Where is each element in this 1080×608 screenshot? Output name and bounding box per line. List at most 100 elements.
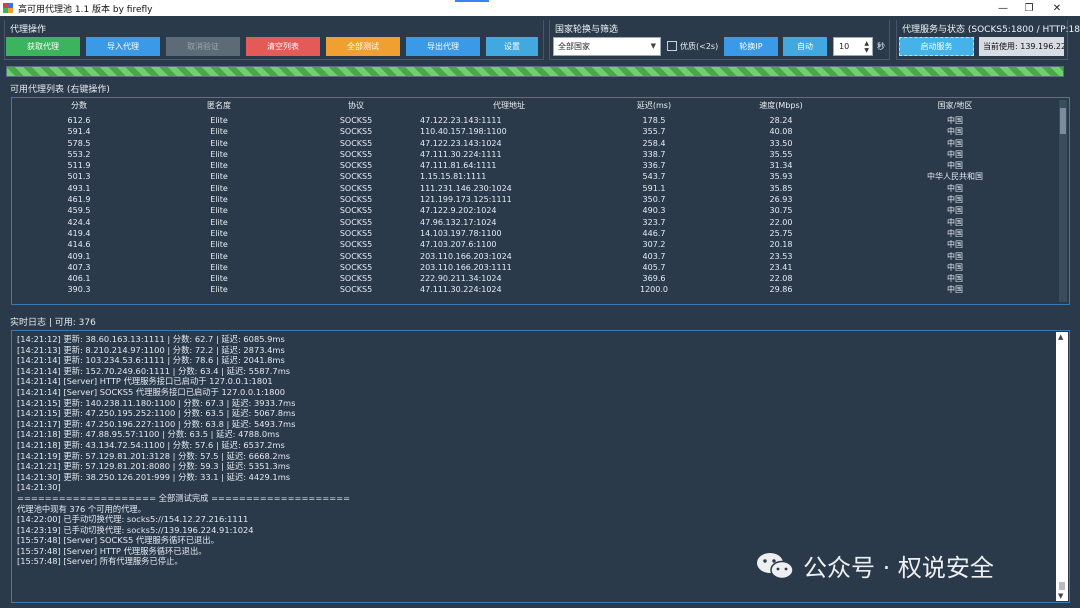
- cancel-verify-button[interactable]: 取消验证: [166, 37, 240, 56]
- country-select-value: 全部国家: [558, 42, 590, 51]
- cell-protocol: SOCKS5: [339, 172, 373, 182]
- col-header-country[interactable]: 国家/地区: [852, 100, 1058, 114]
- rotation-title: 国家轮换与筛选: [555, 25, 619, 35]
- watermark: 公众号 · 权说安全: [755, 548, 994, 583]
- cell-protocol: SOCKS5: [339, 240, 373, 250]
- log-scrollbar[interactable]: ▲ ▼: [1056, 332, 1068, 601]
- cell-country: 中国: [947, 262, 963, 272]
- rotate-ip-button[interactable]: 轮换IP: [724, 37, 778, 56]
- cell-anonymity: Elite: [210, 206, 228, 216]
- log-line: [14:21:15] 更新: 47.250.195.252:1100 | 分数:…: [17, 408, 296, 419]
- log-line: 代理池中现有 376 个可用的代理。: [17, 503, 146, 514]
- log-line: [14:21:19] 更新: 57.129.81.201:3128 | 分数: …: [17, 450, 291, 461]
- table-row[interactable]: 459.5 Elite SOCKS5 47.122.9.202:1024 490.3 30…: [12, 205, 1058, 216]
- test-all-button[interactable]: 全部测试: [326, 37, 400, 56]
- proxy-ops-title: 代理操作: [10, 25, 47, 35]
- cell-protocol: SOCKS5: [339, 285, 373, 295]
- cell-protocol: SOCKS5: [339, 206, 373, 216]
- table-row[interactable]: 409.1 Elite SOCKS5 203.110.166.203:1024 403.…: [12, 251, 1058, 262]
- interval-stepper[interactable]: 10 ▲ ▼: [833, 37, 873, 56]
- col-header-address[interactable]: 代理地址: [420, 100, 598, 114]
- cell-speed: 28.24: [769, 116, 793, 125]
- country-select[interactable]: 全部国家 ▼: [553, 37, 661, 56]
- watermark-text: 公众号 · 权说安全: [803, 554, 994, 582]
- cell-address: 203.110.166.203:1111: [420, 262, 512, 272]
- settings-button[interactable]: 设置: [486, 37, 538, 56]
- col-header-latency[interactable]: 延迟(ms): [598, 100, 710, 114]
- cell-latency: 338.7: [642, 149, 666, 159]
- cell-address: 47.96.132.17:1024: [420, 217, 497, 227]
- log-line: [14:21:15] 更新: 140.238.11.180:1100 | 分数:…: [17, 397, 296, 408]
- table-row[interactable]: 424.4 Elite SOCKS5 47.96.132.17:1024 323.7 22…: [12, 217, 1058, 228]
- stepper-arrows-icon[interactable]: ▲ ▼: [864, 40, 869, 54]
- cell-score: 591.4: [67, 127, 91, 137]
- table-row[interactable]: 511.9 Elite SOCKS5 47.111.81.64:1111 336.7 31…: [12, 160, 1058, 171]
- cell-anonymity: Elite: [210, 149, 228, 159]
- cell-country: 中华人民共和国: [927, 172, 983, 182]
- col-header-score[interactable]: 分数: [12, 100, 146, 114]
- log-line: [14:23:19] 已手动切换代理: socks5://139.196.224…: [17, 524, 254, 535]
- table-row[interactable]: 461.9 Elite SOCKS5 121.199.173.125:1111 350.…: [12, 194, 1058, 205]
- table-row[interactable]: 407.3 Elite SOCKS5 203.110.166.203:1111 405.…: [12, 262, 1058, 273]
- cell-country: 中国: [947, 138, 963, 148]
- cell-country: 中国: [947, 183, 963, 193]
- proxy-table[interactable]: 分数 匿名度 协议 代理地址 延迟(ms) 速度(Mbps) 国家/地区 612…: [11, 97, 1070, 305]
- table-row[interactable]: 406.1 Elite SOCKS5 222.90.211.34:1024 369.6 2…: [12, 273, 1058, 284]
- log-line: [14:21:17] 更新: 47.250.196.227:1100 | 分数:…: [17, 418, 296, 429]
- cell-speed: 20.18: [769, 240, 793, 250]
- cell-address: 47.122.23.143:1024: [420, 138, 502, 148]
- cell-anonymity: Elite: [210, 183, 228, 193]
- quality-label: 优质(<2s): [680, 42, 719, 51]
- export-proxy-button[interactable]: 导出代理: [406, 37, 480, 56]
- log-line: [14:21:14] [Server] SOCKS5 代理服务接口已启动于 12…: [17, 386, 286, 397]
- cell-address: 110.40.157.198:1100: [420, 127, 507, 137]
- cell-score: 612.6: [67, 116, 91, 125]
- interval-unit: 秒: [877, 42, 885, 51]
- cell-latency: 350.7: [642, 195, 666, 205]
- fetch-proxy-button[interactable]: 获取代理: [6, 37, 80, 56]
- table-row[interactable]: 578.5 Elite SOCKS5 47.122.23.143:1024 258.4 3…: [12, 138, 1058, 149]
- table-row[interactable]: 493.1 Elite SOCKS5 111.231.146.230:1024 591.…: [12, 183, 1058, 194]
- cell-score: 493.1: [67, 183, 91, 193]
- log-line: [14:21:14] 更新: 103.234.53.6:1111 | 分数: 7…: [17, 355, 285, 366]
- table-row[interactable]: 390.3 Elite SOCKS5 47.111.30.224:1024 1200.0…: [12, 284, 1058, 295]
- cell-speed: 30.75: [769, 206, 793, 216]
- table-header: 分数 匿名度 协议 代理地址 延迟(ms) 速度(Mbps) 国家/地区: [12, 100, 1058, 114]
- table-scrollbar-thumb[interactable]: [1060, 108, 1066, 134]
- log-scrollbar-thumb[interactable]: [1059, 582, 1065, 590]
- cell-speed: 23.53: [769, 251, 793, 261]
- cell-address: 47.122.23.143:1111: [420, 116, 502, 125]
- title-bar: 高可用代理池 1.1 版本 by firefly: [0, 0, 1080, 16]
- cell-speed: 33.50: [769, 138, 793, 148]
- cell-latency: 403.7: [642, 251, 666, 261]
- table-row[interactable]: 612.6 Elite SOCKS5 47.122.23.143:1111 178.5 2…: [12, 115, 1058, 126]
- quality-checkbox[interactable]: [667, 41, 677, 51]
- auto-rotate-button[interactable]: 自动: [783, 37, 827, 56]
- table-row[interactable]: 553.2 Elite SOCKS5 47.111.30.224:1111 338.7 3…: [12, 149, 1058, 160]
- cell-latency: 323.7: [642, 217, 666, 227]
- cell-score: 409.1: [67, 251, 91, 261]
- cell-protocol: SOCKS5: [339, 262, 373, 272]
- close-button[interactable]: ✕: [1034, 0, 1080, 16]
- table-row[interactable]: 501.3 Elite SOCKS5 1.15.15.81:1111 543.7 35.9…: [12, 171, 1058, 182]
- table-scrollbar[interactable]: [1059, 100, 1067, 302]
- start-service-button[interactable]: 启动服务: [899, 37, 974, 56]
- cell-address: 47.111.30.224:1111: [420, 149, 502, 159]
- table-row[interactable]: 419.4 Elite SOCKS5 14.103.197.78:1100 446.7 2…: [12, 228, 1058, 239]
- clear-list-button[interactable]: 清空列表: [246, 37, 320, 56]
- cell-address: 47.122.9.202:1024: [420, 206, 497, 216]
- cell-anonymity: Elite: [210, 161, 228, 171]
- col-header-anonymity[interactable]: 匿名度: [146, 100, 292, 114]
- cell-score: 501.3: [67, 172, 91, 182]
- cell-country: 中国: [947, 161, 963, 171]
- scroll-up-icon[interactable]: ▲: [1058, 333, 1063, 341]
- import-proxy-button[interactable]: 导入代理: [86, 37, 160, 56]
- scroll-down-icon[interactable]: ▼: [1058, 592, 1063, 600]
- cell-address: 47.103.207.6:1100: [420, 240, 497, 250]
- col-header-speed[interactable]: 速度(Mbps): [710, 100, 852, 114]
- service-title: 代理服务与状态 (SOCKS5:1800 / HTTP:180: [902, 25, 1080, 35]
- table-row[interactable]: 414.6 Elite SOCKS5 47.103.207.6:1100 307.2 20…: [12, 239, 1058, 250]
- table-row[interactable]: 591.4 Elite SOCKS5 110.40.157.198:1100 355.7…: [12, 126, 1058, 137]
- log-line: [15:57:48] [Server] SOCKS5 代理服务循环已退出。: [17, 535, 219, 546]
- col-header-protocol[interactable]: 协议: [292, 100, 420, 114]
